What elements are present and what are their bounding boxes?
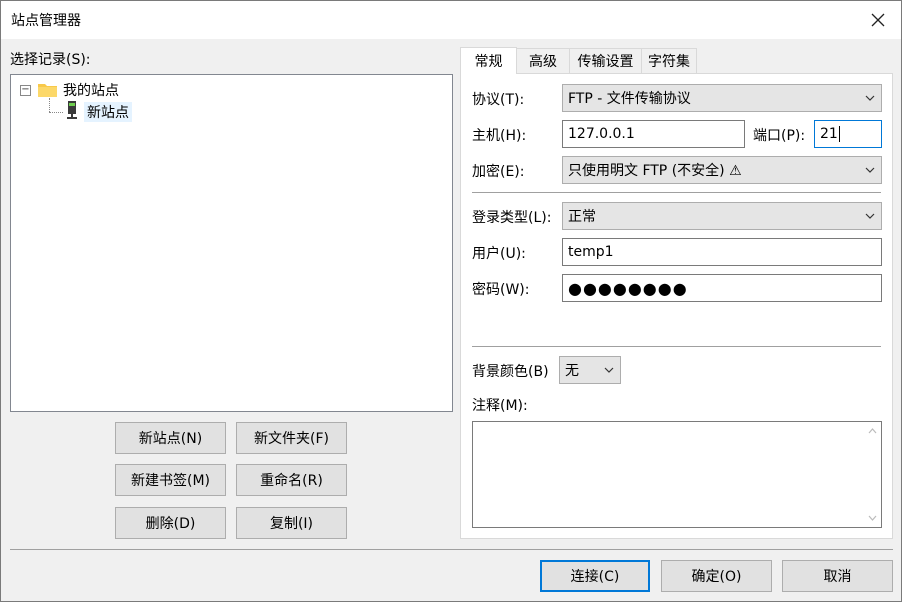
new-folder-button[interactable]: 新文件夹(F) — [236, 422, 347, 454]
scroll-down-icon[interactable] — [868, 515, 877, 521]
delete-button[interactable]: 删除(D) — [115, 507, 226, 539]
select-entry-label: 选择记录(S): — [10, 52, 91, 68]
tab-charset[interactable]: 字符集 — [641, 48, 697, 73]
user-label: 用户(U): — [472, 246, 526, 262]
comments-textarea[interactable] — [472, 421, 882, 528]
comments-label: 注释(M): — [472, 398, 528, 414]
title-bar: 站点管理器 — [1, 1, 901, 39]
host-label: 主机(H): — [472, 128, 527, 144]
connect-button[interactable]: 连接(C) — [540, 560, 650, 592]
rename-button[interactable]: 重命名(R) — [236, 464, 347, 496]
chevron-down-icon — [865, 95, 875, 101]
chevron-down-icon — [604, 367, 614, 373]
password-value: ●●●●●●●● — [568, 278, 688, 298]
background-color-label: 背景颜色(B) — [472, 364, 549, 380]
port-value: 21 — [820, 126, 838, 142]
logon-type-label: 登录类型(L): — [472, 210, 552, 226]
tree-item-new-site[interactable]: 新站点 — [84, 102, 132, 122]
tab-transfer-settings[interactable]: 传输设置 — [569, 48, 642, 73]
protocol-select[interactable]: FTP - 文件传输协议 — [562, 84, 882, 112]
text-caret — [838, 126, 840, 142]
site-manager-window: 站点管理器 选择记录(S): − 我的站点 新站点 新站点(N) 新文件夹(F)… — [0, 0, 902, 602]
host-input[interactable]: 127.0.0.1 — [562, 120, 745, 148]
close-icon[interactable] — [855, 1, 901, 39]
tab-general[interactable]: 常规 — [460, 47, 517, 74]
window-title: 站点管理器 — [11, 13, 81, 29]
user-value: temp1 — [568, 244, 614, 260]
separator — [472, 346, 881, 347]
port-input[interactable]: 21 — [814, 120, 882, 148]
chevron-down-icon — [865, 167, 875, 173]
new-site-button[interactable]: 新站点(N) — [115, 422, 226, 454]
tree-line — [49, 98, 50, 112]
port-label: 端口(P): — [753, 128, 806, 144]
logon-type-value: 正常 — [568, 209, 596, 225]
background-color-value: 无 — [565, 363, 579, 379]
protocol-label: 协议(T): — [472, 92, 525, 108]
site-tree[interactable]: − 我的站点 新站点 — [10, 74, 453, 412]
copy-button[interactable]: 复制(I) — [236, 507, 347, 539]
separator — [472, 192, 881, 193]
tree-line — [49, 112, 63, 113]
logon-type-select[interactable]: 正常 — [562, 202, 882, 230]
tab-advanced[interactable]: 高级 — [516, 48, 570, 73]
ok-button[interactable]: 确定(O) — [661, 560, 772, 592]
protocol-value: FTP - 文件传输协议 — [568, 91, 691, 107]
footer-separator — [10, 549, 893, 550]
collapse-icon[interactable]: − — [20, 85, 31, 96]
scroll-up-icon[interactable] — [868, 428, 877, 434]
server-icon — [67, 101, 77, 119]
host-value: 127.0.0.1 — [568, 126, 635, 142]
encryption-label: 加密(E): — [472, 164, 525, 180]
new-bookmark-button[interactable]: 新建书签(M) — [115, 464, 226, 496]
tree-item-my-sites[interactable]: 我的站点 — [63, 80, 119, 100]
password-label: 密码(W): — [472, 282, 530, 298]
folder-icon — [38, 84, 57, 97]
cancel-button[interactable]: 取消 — [782, 560, 893, 592]
user-input[interactable]: temp1 — [562, 238, 882, 266]
encryption-value: 只使用明文 FTP (不安全) ⚠ — [568, 163, 742, 179]
password-input[interactable]: ●●●●●●●● — [562, 274, 882, 302]
scrollbar[interactable] — [864, 422, 881, 527]
background-color-select[interactable]: 无 — [559, 356, 621, 384]
encryption-select[interactable]: 只使用明文 FTP (不安全) ⚠ — [562, 156, 882, 184]
chevron-down-icon — [865, 213, 875, 219]
